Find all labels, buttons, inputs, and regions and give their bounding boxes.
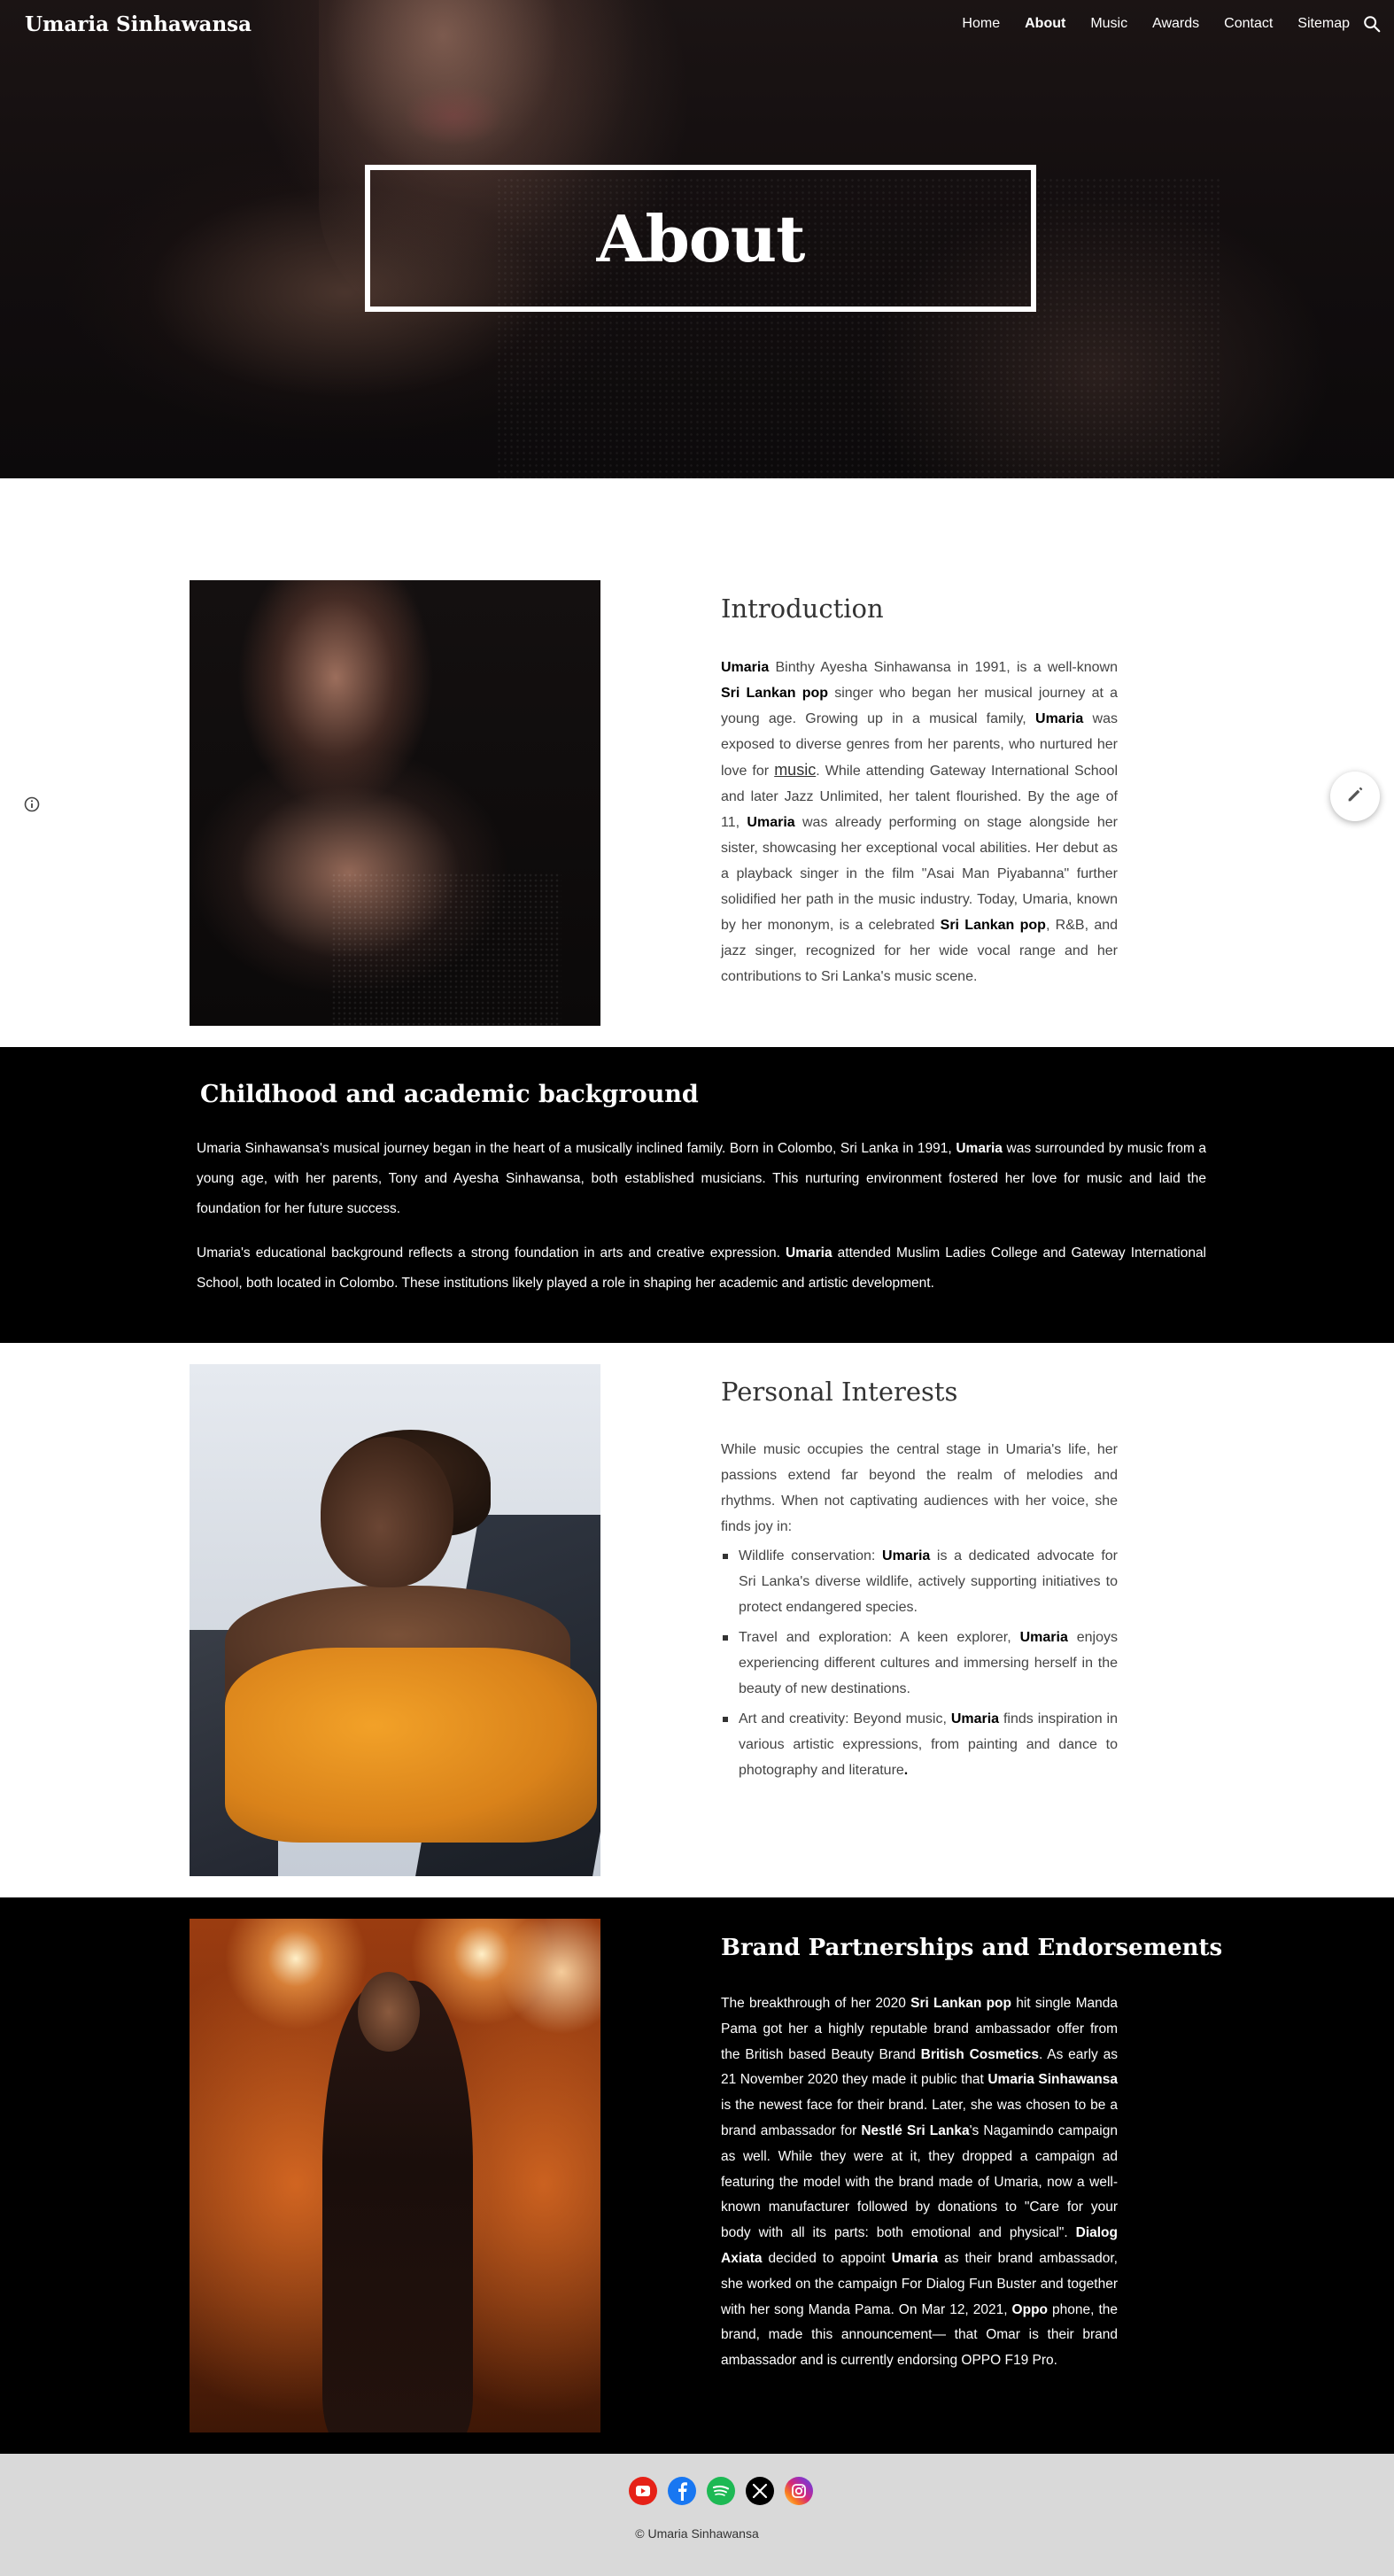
- inline-link[interactable]: music: [774, 761, 816, 779]
- emphasis: Umaria: [882, 1548, 931, 1563]
- text-run: Travel and exploration: A keen explorer,: [739, 1630, 1020, 1645]
- emphasis: Sri Lankan pop: [721, 686, 829, 701]
- childhood-paragraph-2: Umaria's educational background reflects…: [197, 1238, 1206, 1299]
- text-run: The breakthrough of her 2020: [721, 1996, 911, 2011]
- header: Umaria Sinhawansa Home About Music Award…: [0, 0, 1394, 50]
- childhood-section: Childhood and academic background Umaria…: [0, 1047, 1394, 1343]
- instagram-icon[interactable]: [785, 2477, 813, 2505]
- nav-contact[interactable]: Contact: [1224, 16, 1273, 32]
- childhood-heading: Childhood and academic background: [200, 1081, 699, 1108]
- interests-photo: [190, 1364, 600, 1876]
- text-run: Binthy Ayesha Sinhawansa in 1991, is a w…: [769, 660, 1118, 675]
- personal-interests-section: Personal Interests While music occupies …: [0, 1343, 1394, 1897]
- introduction-text: Umaria Binthy Ayesha Sinhawansa in 1991,…: [721, 655, 1118, 989]
- introduction-section: Introduction Umaria Binthy Ayesha Sinhaw…: [0, 478, 1394, 1047]
- nav-about[interactable]: About: [1025, 16, 1065, 32]
- text-run: was already performing on stage alongsid…: [721, 815, 1119, 933]
- emphasis: Umaria: [721, 660, 770, 675]
- emphasis: Umaria: [956, 1141, 1003, 1156]
- search-icon[interactable]: [1362, 14, 1382, 34]
- youtube-icon[interactable]: [629, 2477, 657, 2505]
- emphasis: Umaria: [891, 2250, 939, 2266]
- brand-text: The breakthrough of her 2020 Sri Lankan …: [721, 1991, 1118, 2374]
- introduction-heading: Introduction: [721, 594, 884, 624]
- childhood-paragraph-1: Umaria Sinhawansa's musical journey bega…: [197, 1134, 1206, 1224]
- emphasis: Umaria: [950, 1711, 1000, 1726]
- nav-awards[interactable]: Awards: [1152, 16, 1199, 32]
- emphasis: Sri Lankan pop: [940, 918, 1046, 933]
- text-run: Umaria's educational background reflects…: [197, 1245, 786, 1261]
- emphasis: Umaria: [747, 815, 795, 830]
- copyright: © Umaria Sinhawansa: [635, 2526, 759, 2541]
- text-run: Wildlife conservation:: [739, 1548, 883, 1563]
- hero-banner: Umaria Sinhawansa Home About Music Award…: [0, 0, 1394, 478]
- pencil-icon: [1345, 785, 1365, 809]
- emphasis: Oppo: [1011, 2301, 1049, 2317]
- emphasis: .: [903, 1763, 909, 1778]
- interests-intro: While music occupies the central stage i…: [721, 1442, 1118, 1534]
- list-item: Wildlife conservation: Umaria is a dedic…: [721, 1543, 1118, 1620]
- interests-heading: Personal Interests: [721, 1377, 958, 1407]
- emphasis: Umaria: [786, 1245, 833, 1261]
- main-nav: Home About Music Awards Contact Sitemap: [962, 16, 1350, 32]
- list-item: Travel and exploration: A keen explorer,…: [721, 1625, 1118, 1702]
- info-icon[interactable]: [23, 795, 41, 813]
- footer: © Umaria Sinhawansa: [0, 2454, 1394, 2576]
- text-run: 's Nagamindo campaign as well. While the…: [721, 2122, 1118, 2241]
- social-links: [629, 2477, 813, 2505]
- edit-button[interactable]: [1330, 772, 1380, 821]
- x-icon[interactable]: [746, 2477, 774, 2505]
- text-run: Art and creativity: Beyond music,: [739, 1711, 951, 1726]
- nav-music[interactable]: Music: [1090, 16, 1127, 32]
- page-title: About: [596, 200, 806, 276]
- nav-sitemap[interactable]: Sitemap: [1297, 16, 1350, 32]
- interests-list: Wildlife conservation: Umaria is a dedic…: [721, 1543, 1118, 1788]
- site-title[interactable]: Umaria Sinhawansa: [25, 12, 252, 36]
- hero-photo-lips: [403, 84, 505, 146]
- emphasis: Nestlé Sri Lanka: [861, 2122, 970, 2138]
- brand-heading: Brand Partnerships and Endorsements: [721, 1935, 1223, 1961]
- intro-photo: [190, 580, 600, 1026]
- hero-title-box: About: [365, 165, 1036, 312]
- text-run: decided to appoint: [762, 2250, 892, 2266]
- emphasis: Umaria: [1035, 711, 1084, 726]
- emphasis: British Cosmetics: [920, 2046, 1039, 2062]
- nav-home[interactable]: Home: [962, 16, 1000, 32]
- text-run: Umaria Sinhawansa's musical journey bega…: [197, 1141, 956, 1156]
- facebook-icon[interactable]: [668, 2477, 696, 2505]
- list-item: Art and creativity: Beyond music, Umaria…: [721, 1706, 1118, 1783]
- brand-section: Brand Partnerships and Endorsements The …: [0, 1897, 1394, 2454]
- brand-photo: [190, 1919, 600, 2432]
- spotify-icon[interactable]: [707, 2477, 735, 2505]
- emphasis: Umaria: [1019, 1630, 1068, 1645]
- emphasis: Sri Lankan pop: [910, 1996, 1011, 2011]
- emphasis: Umaria Sinhawansa: [987, 2072, 1118, 2088]
